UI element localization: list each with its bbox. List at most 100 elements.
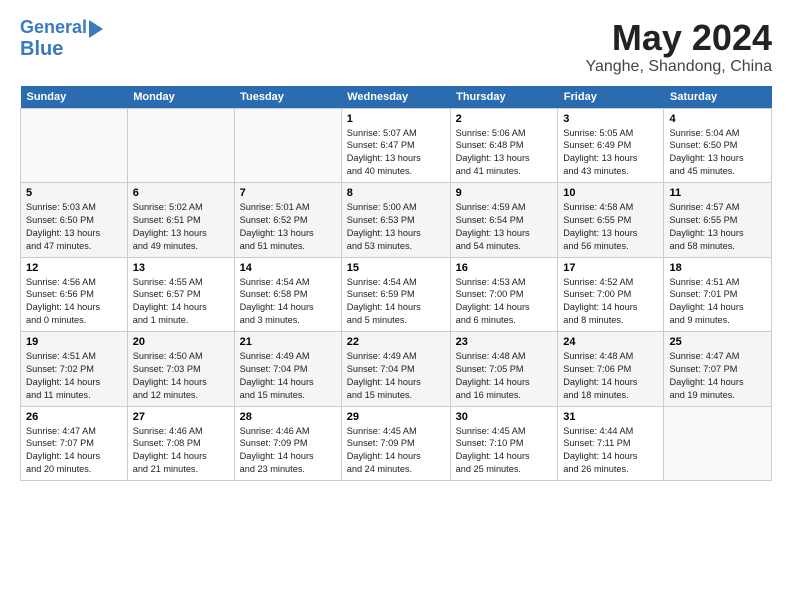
day-number: 24 [563, 336, 658, 348]
day-info: Sunrise: 4:49 AM Sunset: 7:04 PM Dayligh… [240, 350, 336, 402]
calendar-cell [234, 108, 341, 183]
calendar-cell: 22 Sunrise: 4:49 AM Sunset: 7:04 PM Dayli… [341, 332, 450, 407]
logo-text: General [20, 18, 87, 38]
day-number: 15 [347, 262, 445, 274]
day-info: Sunrise: 5:05 AM Sunset: 6:49 PM Dayligh… [563, 127, 658, 179]
calendar-cell: 18Sunrise: 4:51 AM Sunset: 7:01 PM Dayli… [664, 257, 772, 332]
calendar-table: Sunday Monday Tuesday Wednesday Thursday… [20, 86, 772, 482]
calendar-cell: 9 Sunrise: 4:59 AM Sunset: 6:54 PM Daylig… [450, 183, 558, 258]
calendar-cell: 7 Sunrise: 5:01 AM Sunset: 6:52 PM Daylig… [234, 183, 341, 258]
day-number: 25 [669, 336, 766, 348]
day-info: Sunrise: 5:04 AM Sunset: 6:50 PM Dayligh… [669, 127, 766, 179]
day-number: 6 [133, 187, 229, 199]
day-info: Sunrise: 4:48 AM Sunset: 7:06 PM Dayligh… [563, 350, 658, 402]
day-info: Sunrise: 4:55 AM Sunset: 6:57 PM Dayligh… [133, 276, 229, 328]
day-number: 29 [347, 411, 445, 423]
calendar-cell: 24 Sunrise: 4:48 AM Sunset: 7:06 PM Dayli… [558, 332, 664, 407]
day-number: 16 [456, 262, 553, 274]
calendar-cell: 12 Sunrise: 4:56 AM Sunset: 6:56 PM Dayli… [21, 257, 128, 332]
day-number: 5 [26, 187, 122, 199]
logo-arrow-icon [89, 20, 103, 38]
col-saturday: Saturday [664, 86, 772, 109]
day-number: 23 [456, 336, 553, 348]
day-number: 8 [347, 187, 445, 199]
day-number: 31 [563, 411, 658, 423]
day-number: 9 [456, 187, 553, 199]
day-info: Sunrise: 5:02 AM Sunset: 6:51 PM Dayligh… [133, 201, 229, 253]
location: Yanghe, Shandong, China [585, 58, 772, 76]
col-friday: Friday [558, 86, 664, 109]
day-info: Sunrise: 4:56 AM Sunset: 6:56 PM Dayligh… [26, 276, 122, 328]
day-info: Sunrise: 4:47 AM Sunset: 7:07 PM Dayligh… [26, 425, 122, 477]
day-number: 17 [563, 262, 658, 274]
day-info: Sunrise: 5:01 AM Sunset: 6:52 PM Dayligh… [240, 201, 336, 253]
calendar-cell: 30Sunrise: 4:45 AM Sunset: 7:10 PM Dayli… [450, 406, 558, 481]
title-block: May 2024 Yanghe, Shandong, China [585, 18, 772, 76]
col-monday: Monday [127, 86, 234, 109]
day-info: Sunrise: 4:51 AM Sunset: 7:02 PM Dayligh… [26, 350, 122, 402]
day-number: 13 [133, 262, 229, 274]
calendar-cell: 31 Sunrise: 4:44 AM Sunset: 7:11 PM Dayli… [558, 406, 664, 481]
col-wednesday: Wednesday [341, 86, 450, 109]
day-number: 19 [26, 336, 122, 348]
day-number: 30 [456, 411, 553, 423]
calendar-cell: 17 Sunrise: 4:52 AM Sunset: 7:00 PM Dayli… [558, 257, 664, 332]
day-number: 12 [26, 262, 122, 274]
header-row: Sunday Monday Tuesday Wednesday Thursday… [21, 86, 772, 109]
calendar-cell: 26 Sunrise: 4:47 AM Sunset: 7:07 PM Dayli… [21, 406, 128, 481]
calendar-cell: 25Sunrise: 4:47 AM Sunset: 7:07 PM Dayli… [664, 332, 772, 407]
day-number: 14 [240, 262, 336, 274]
calendar-cell: 1Sunrise: 5:07 AM Sunset: 6:47 PM Daylig… [341, 108, 450, 183]
day-info: Sunrise: 4:49 AM Sunset: 7:04 PM Dayligh… [347, 350, 445, 402]
calendar-cell: 4Sunrise: 5:04 AM Sunset: 6:50 PM Daylig… [664, 108, 772, 183]
calendar-cell: 28 Sunrise: 4:46 AM Sunset: 7:09 PM Dayli… [234, 406, 341, 481]
day-info: Sunrise: 4:48 AM Sunset: 7:05 PM Dayligh… [456, 350, 553, 402]
day-info: Sunrise: 4:46 AM Sunset: 7:09 PM Dayligh… [240, 425, 336, 477]
calendar-cell: 3 Sunrise: 5:05 AM Sunset: 6:49 PM Daylig… [558, 108, 664, 183]
day-info: Sunrise: 4:53 AM Sunset: 7:00 PM Dayligh… [456, 276, 553, 328]
calendar-cell: 23 Sunrise: 4:48 AM Sunset: 7:05 PM Dayli… [450, 332, 558, 407]
calendar-cell [127, 108, 234, 183]
day-info: Sunrise: 4:54 AM Sunset: 6:59 PM Dayligh… [347, 276, 445, 328]
calendar-cell: 16 Sunrise: 4:53 AM Sunset: 7:00 PM Dayli… [450, 257, 558, 332]
calendar-cell [664, 406, 772, 481]
calendar-cell: 6 Sunrise: 5:02 AM Sunset: 6:51 PM Daylig… [127, 183, 234, 258]
day-number: 10 [563, 187, 658, 199]
week-row-1: 1Sunrise: 5:07 AM Sunset: 6:47 PM Daylig… [21, 108, 772, 183]
calendar-cell: 19 Sunrise: 4:51 AM Sunset: 7:02 PM Dayli… [21, 332, 128, 407]
week-row-3: 12 Sunrise: 4:56 AM Sunset: 6:56 PM Dayli… [21, 257, 772, 332]
day-info: Sunrise: 4:51 AM Sunset: 7:01 PM Dayligh… [669, 276, 766, 328]
calendar-cell: 5 Sunrise: 5:03 AM Sunset: 6:50 PM Daylig… [21, 183, 128, 258]
month-title: May 2024 [585, 18, 772, 58]
day-number: 26 [26, 411, 122, 423]
header: General Blue May 2024 Yanghe, Shandong, … [20, 18, 772, 76]
calendar-cell: 29 Sunrise: 4:45 AM Sunset: 7:09 PM Dayli… [341, 406, 450, 481]
col-tuesday: Tuesday [234, 86, 341, 109]
calendar-cell: 15 Sunrise: 4:54 AM Sunset: 6:59 PM Dayli… [341, 257, 450, 332]
day-number: 7 [240, 187, 336, 199]
calendar-cell: 8Sunrise: 5:00 AM Sunset: 6:53 PM Daylig… [341, 183, 450, 258]
week-row-2: 5 Sunrise: 5:03 AM Sunset: 6:50 PM Daylig… [21, 183, 772, 258]
day-number: 20 [133, 336, 229, 348]
day-number: 22 [347, 336, 445, 348]
page: General Blue May 2024 Yanghe, Shandong, … [0, 0, 792, 491]
calendar-cell: 13 Sunrise: 4:55 AM Sunset: 6:57 PM Dayli… [127, 257, 234, 332]
day-info: Sunrise: 4:59 AM Sunset: 6:54 PM Dayligh… [456, 201, 553, 253]
col-sunday: Sunday [21, 86, 128, 109]
calendar-cell: 2 Sunrise: 5:06 AM Sunset: 6:48 PM Daylig… [450, 108, 558, 183]
day-number: 21 [240, 336, 336, 348]
day-number: 28 [240, 411, 336, 423]
calendar-cell: 14Sunrise: 4:54 AM Sunset: 6:58 PM Dayli… [234, 257, 341, 332]
day-info: Sunrise: 4:45 AM Sunset: 7:09 PM Dayligh… [347, 425, 445, 477]
calendar-cell: 27Sunrise: 4:46 AM Sunset: 7:08 PM Dayli… [127, 406, 234, 481]
calendar-cell: 21 Sunrise: 4:49 AM Sunset: 7:04 PM Dayli… [234, 332, 341, 407]
day-number: 3 [563, 113, 658, 125]
day-info: Sunrise: 5:07 AM Sunset: 6:47 PM Dayligh… [347, 127, 445, 179]
day-info: Sunrise: 5:06 AM Sunset: 6:48 PM Dayligh… [456, 127, 553, 179]
day-info: Sunrise: 4:44 AM Sunset: 7:11 PM Dayligh… [563, 425, 658, 477]
day-info: Sunrise: 4:58 AM Sunset: 6:55 PM Dayligh… [563, 201, 658, 253]
day-number: 2 [456, 113, 553, 125]
day-info: Sunrise: 4:52 AM Sunset: 7:00 PM Dayligh… [563, 276, 658, 328]
day-info: Sunrise: 4:46 AM Sunset: 7:08 PM Dayligh… [133, 425, 229, 477]
day-info: Sunrise: 5:03 AM Sunset: 6:50 PM Dayligh… [26, 201, 122, 253]
